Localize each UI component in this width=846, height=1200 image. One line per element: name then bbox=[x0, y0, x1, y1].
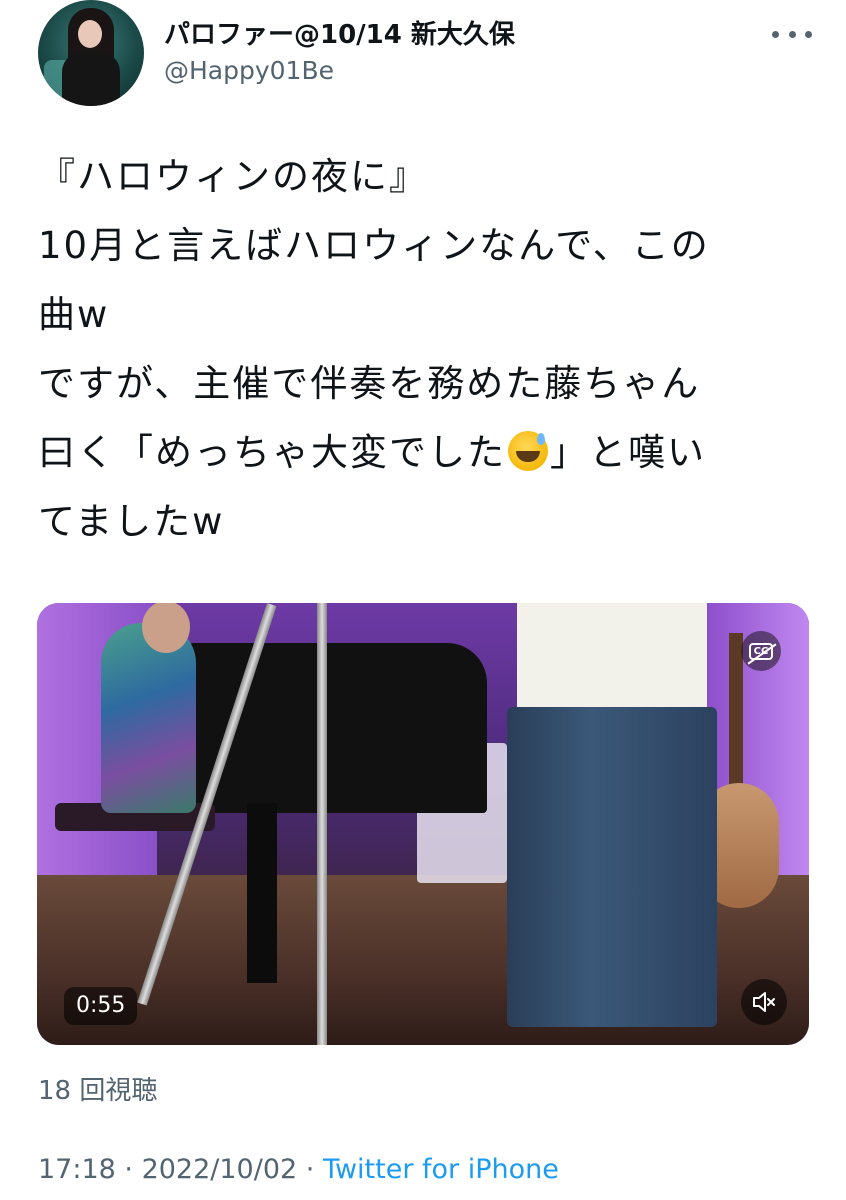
tweet-line: 『ハロウィンの夜に』 bbox=[38, 155, 428, 198]
video-piano-leg bbox=[247, 803, 277, 983]
more-dot bbox=[788, 30, 796, 38]
more-dot bbox=[805, 30, 812, 38]
video-pianist-head bbox=[142, 603, 190, 653]
video-singer-jeans bbox=[507, 707, 717, 1027]
captions-off-icon[interactable]: CC bbox=[741, 631, 781, 671]
meta-separator: · bbox=[115, 1154, 142, 1185]
tweet-line: ですが、主催で伴奏を務めた藤ちゃん bbox=[38, 362, 701, 405]
author-handle[interactable]: @Happy01Be bbox=[164, 56, 334, 85]
view-count: 18 回視聴 bbox=[38, 1076, 158, 1106]
tweet-text: 『ハロウィンの夜に』 10月と言えばハロウィンなんで、この 曲w ですが、主催で… bbox=[38, 142, 828, 556]
tweet-line: てましたw bbox=[38, 500, 225, 543]
tweet-line: 10月と言えばハロウィンなんで、この bbox=[38, 224, 710, 267]
tweet-line-part: 曰く「めっちゃ大変でした bbox=[38, 431, 506, 474]
avatar-face bbox=[78, 20, 102, 48]
video-pianist bbox=[101, 623, 196, 813]
speaker-muted-icon bbox=[753, 992, 775, 1012]
tweet-date[interactable]: 2022/10/02 bbox=[142, 1154, 298, 1185]
tweet-meta: 17:18 · 2022/10/02 · Twitter for iPhone bbox=[38, 1154, 559, 1185]
avatar[interactable] bbox=[38, 0, 144, 106]
volume-muted-icon[interactable] bbox=[741, 979, 787, 1025]
video-mic-stand bbox=[317, 603, 327, 1045]
tweet-line-part: 」と嘆い bbox=[550, 431, 706, 474]
author-display-name[interactable]: パロファー@10/14 新大久保 bbox=[164, 14, 515, 51]
video-player[interactable]: CC 0:55 bbox=[37, 603, 809, 1045]
avatar-body bbox=[62, 52, 120, 106]
tweet-source-link[interactable]: Twitter for iPhone bbox=[323, 1154, 559, 1185]
tweet-line: 曰く「めっちゃ大変でした 」と嘆い bbox=[38, 418, 828, 487]
tweet-line: 曲w bbox=[38, 293, 110, 336]
captions-box-icon: CC bbox=[748, 642, 774, 660]
more-dot bbox=[772, 30, 779, 38]
video-guitar-neck bbox=[729, 633, 743, 793]
video-duration: 0:55 bbox=[64, 987, 138, 1025]
grinning-face-with-sweat-emoji-icon bbox=[508, 431, 548, 471]
meta-separator: · bbox=[297, 1154, 323, 1185]
tweet-time: 17:18 bbox=[38, 1154, 116, 1185]
video-singer-shirt bbox=[517, 603, 707, 715]
more-icon[interactable] bbox=[772, 16, 812, 52]
